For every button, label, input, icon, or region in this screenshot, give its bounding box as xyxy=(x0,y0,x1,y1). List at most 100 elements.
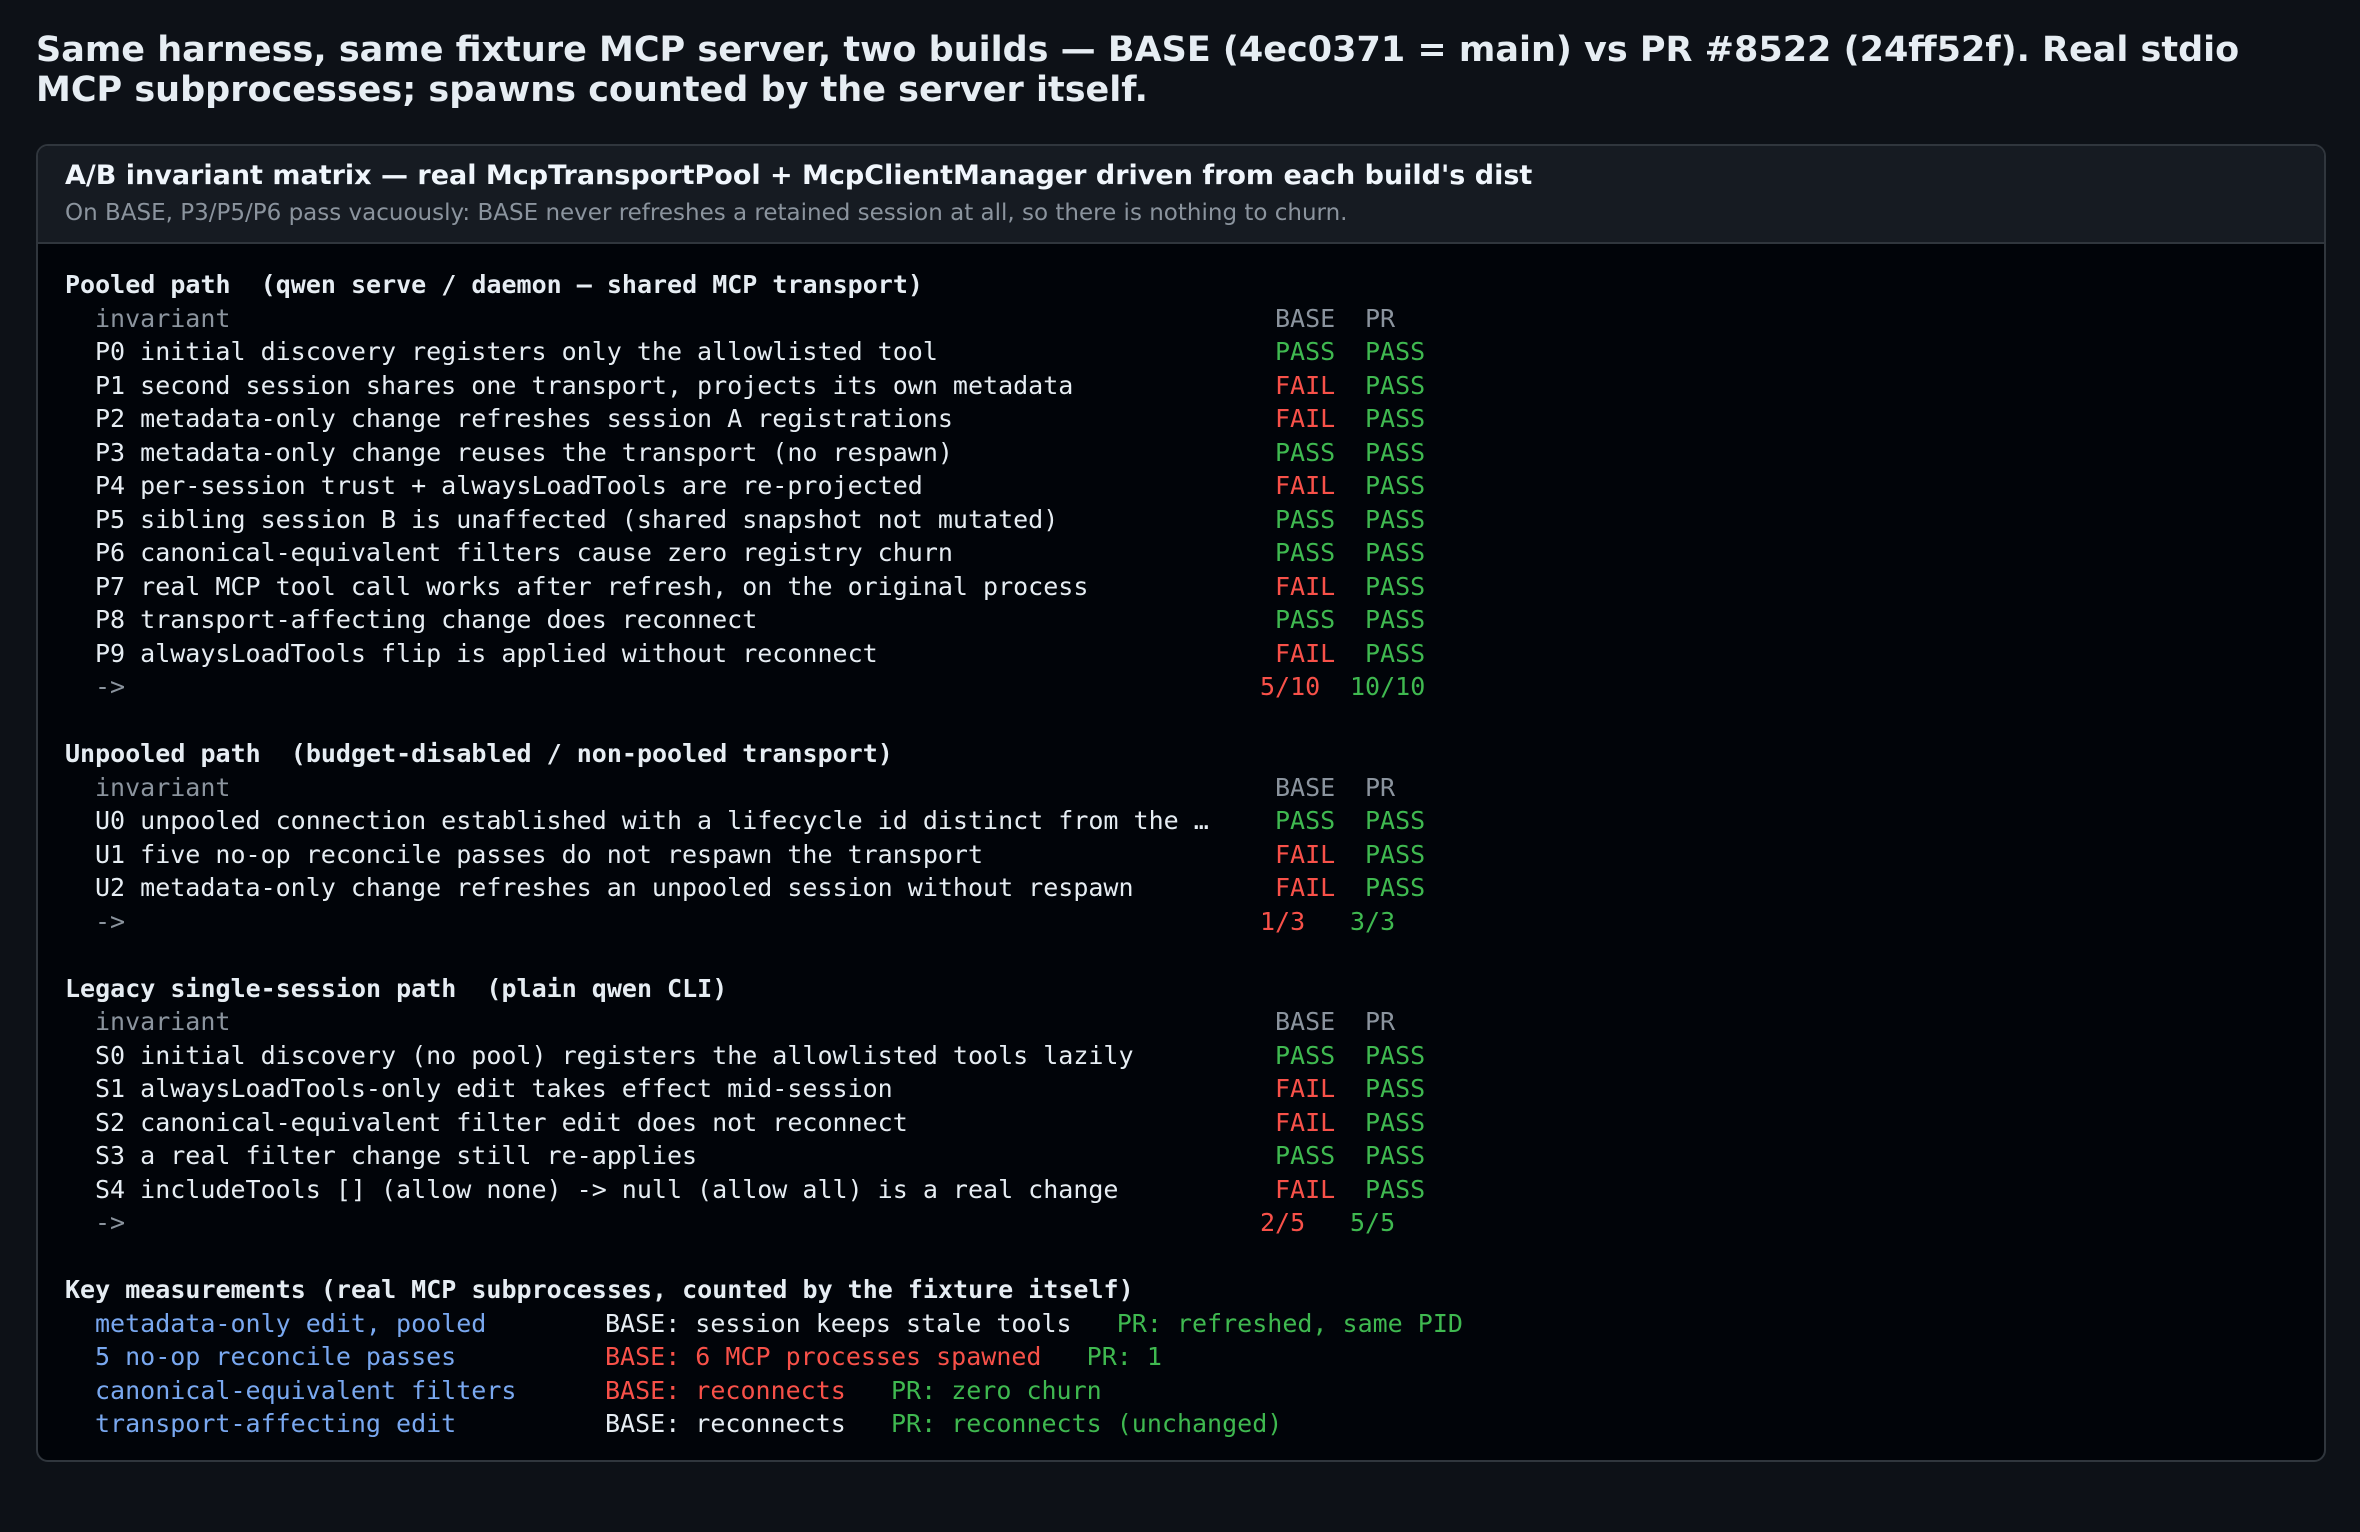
measurement-separator xyxy=(1072,1309,1117,1338)
measurement-row: metadata-only edit, pooled BASE: session … xyxy=(65,1307,2305,1341)
invariant-text: S1 alwaysLoadTools-only edit takes effec… xyxy=(95,1074,893,1103)
pr-result: PASS xyxy=(1365,337,1426,366)
column-header-pr: PR xyxy=(1365,303,1396,333)
invariant-text: P8 transport-affecting change does recon… xyxy=(95,605,758,634)
base-result: PASS xyxy=(1275,504,1336,534)
column-header-pr: PR xyxy=(1365,1007,1396,1036)
invariant-matrix-panel: A/B invariant matrix — real McpTransport… xyxy=(36,144,2326,1462)
score-row: -> 1/3 3/3 xyxy=(65,905,2305,939)
score-pr: 10/10 xyxy=(1350,672,1426,701)
invariant-row: U1 five no-op reconcile passes do not re… xyxy=(65,838,2305,872)
column-header-pr: PR xyxy=(1365,772,1396,802)
column-header-row: invariant BASE PR xyxy=(65,302,2305,336)
pr-result: PASS xyxy=(1365,504,1426,534)
measurements-title: Key measurements (real MCP subprocesses,… xyxy=(65,1273,2305,1307)
invariant-text: U2 metadata-only change refreshes an unp… xyxy=(95,873,1134,902)
pr-result: PASS xyxy=(1365,471,1426,500)
pr-result: PASS xyxy=(1365,839,1426,869)
invariant-row: S2 canonical-equivalent filter edit does… xyxy=(65,1106,2305,1140)
invariant-row: U0 unpooled connection established with … xyxy=(65,804,2305,838)
panel-header: A/B invariant matrix — real McpTransport… xyxy=(38,146,2324,244)
column-header-base: BASE xyxy=(1275,772,1336,802)
base-result: FAIL xyxy=(1275,404,1336,433)
panel-subtitle: On BASE, P3/P5/P6 pass vacuously: BASE n… xyxy=(65,200,1348,226)
section-title-text: Legacy single-session path (plain qwen C… xyxy=(65,973,728,1003)
base-result: PASS xyxy=(1275,538,1336,567)
column-header-base: BASE xyxy=(1275,303,1336,333)
measurement-values: BASE: 6 MCP processes spawned PR: 1 xyxy=(605,1340,1162,1374)
invariant-text: P5 sibling session B is unaffected (shar… xyxy=(95,504,1059,534)
invariant-row: U2 metadata-only change refreshes an unp… xyxy=(65,871,2305,905)
measurement-values: BASE: reconnects PR: reconnects (unchang… xyxy=(605,1407,1282,1441)
invariant-text: P1 second session shares one transport, … xyxy=(95,370,1074,400)
score-base: 1/3 xyxy=(1260,906,1306,936)
pr-result: PASS xyxy=(1365,1074,1426,1103)
base-result: FAIL xyxy=(1275,471,1336,500)
measurement-pr: PR: refreshed, same PID xyxy=(1116,1308,1463,1338)
measurement-values: BASE: reconnects PR: zero churn xyxy=(605,1374,1102,1408)
measurement-separator xyxy=(846,1376,891,1405)
invariant-row: P4 per-session trust + alwaysLoadTools a… xyxy=(65,469,2305,503)
base-result: FAIL xyxy=(1275,839,1336,869)
invariant-text: P0 initial discovery registers only the … xyxy=(95,337,938,366)
measurement-separator xyxy=(846,1409,891,1438)
invariant-text: U1 five no-op reconcile passes do not re… xyxy=(95,839,984,869)
column-header-invariant: invariant xyxy=(95,303,231,333)
invariant-row: S1 alwaysLoadTools-only edit takes effec… xyxy=(65,1072,2305,1106)
measurement-row: 5 no-op reconcile passes BASE: 6 MCP proc… xyxy=(65,1340,2305,1374)
invariant-text: S0 initial discovery (no pool) registers… xyxy=(95,1040,1134,1070)
invariant-text: S3 a real filter change still re-applies xyxy=(95,1141,698,1170)
invariant-row: P6 canonical-equivalent filters cause ze… xyxy=(65,536,2305,570)
measurements-title-text: Key measurements (real MCP subprocesses,… xyxy=(65,1275,1134,1304)
pr-result: PASS xyxy=(1365,404,1426,433)
invariant-row: S4 includeTools [] (allow none) -> null … xyxy=(65,1173,2305,1207)
invariant-text: P7 real MCP tool call works after refres… xyxy=(95,571,1089,601)
panel-title: A/B invariant matrix — real McpTransport… xyxy=(65,160,1533,191)
measurement-pr: PR: zero churn xyxy=(890,1375,1102,1405)
pr-result: PASS xyxy=(1365,370,1426,400)
pr-result: PASS xyxy=(1365,1040,1426,1070)
invariant-row: S0 initial discovery (no pool) registers… xyxy=(65,1039,2305,1073)
matrix-output: Pooled path (qwen serve / daemon — share… xyxy=(65,268,2305,1441)
invariant-row: P8 transport-affecting change does recon… xyxy=(65,603,2305,637)
invariant-row: P1 second session shares one transport, … xyxy=(65,369,2305,403)
measurement-pr: PR: reconnects (unchanged) xyxy=(890,1409,1283,1438)
column-header-invariant: invariant xyxy=(95,1007,231,1036)
measurement-label: canonical-equivalent filters xyxy=(95,1375,517,1405)
score-row: -> 2/5 5/5 xyxy=(65,1206,2305,1240)
measurement-row: canonical-equivalent filters BASE: reconn… xyxy=(65,1374,2305,1408)
invariant-row: S3 a real filter change still re-applies… xyxy=(65,1139,2305,1173)
base-result: PASS xyxy=(1275,1141,1336,1170)
base-result: FAIL xyxy=(1275,1074,1336,1103)
pr-result: PASS xyxy=(1365,1141,1426,1170)
column-header-base: BASE xyxy=(1275,1007,1336,1036)
measurement-base: BASE: session keeps stale tools xyxy=(605,1308,1072,1338)
invariant-row: P5 sibling session B is unaffected (shar… xyxy=(65,503,2305,537)
score-arrow: -> xyxy=(95,1208,126,1237)
score-pr: 5/5 xyxy=(1350,1208,1396,1237)
column-header-row: invariant BASE PR xyxy=(65,1005,2305,1039)
measurement-base: BASE: reconnects xyxy=(605,1375,846,1405)
invariant-row: P3 metadata-only change reuses the trans… xyxy=(65,436,2305,470)
pr-result: PASS xyxy=(1365,571,1426,601)
score-row: -> 5/10 10/10 xyxy=(65,670,2305,704)
score-base: 5/10 xyxy=(1260,672,1321,701)
pr-result: PASS xyxy=(1365,605,1426,634)
measurement-label: transport-affecting edit xyxy=(95,1409,457,1438)
invariant-text: U0 unpooled connection established with … xyxy=(95,806,1209,835)
measurement-separator xyxy=(1042,1342,1087,1371)
score-pr: 3/3 xyxy=(1350,906,1396,936)
base-result: PASS xyxy=(1275,337,1336,366)
invariant-text: P3 metadata-only change reuses the trans… xyxy=(95,437,953,467)
invariant-row: P9 alwaysLoadTools flip is applied witho… xyxy=(65,637,2305,671)
invariant-text: P9 alwaysLoadTools flip is applied witho… xyxy=(95,638,878,668)
section-title-text: Unpooled path (budget-disabled / non-poo… xyxy=(65,739,893,768)
pr-result: PASS xyxy=(1365,1174,1426,1204)
page-headline: Same harness, same fixture MCP server, t… xyxy=(36,30,2240,110)
invariant-row: P2 metadata-only change refreshes sessio… xyxy=(65,402,2305,436)
base-result: FAIL xyxy=(1275,638,1336,668)
score-arrow: -> xyxy=(95,672,126,701)
